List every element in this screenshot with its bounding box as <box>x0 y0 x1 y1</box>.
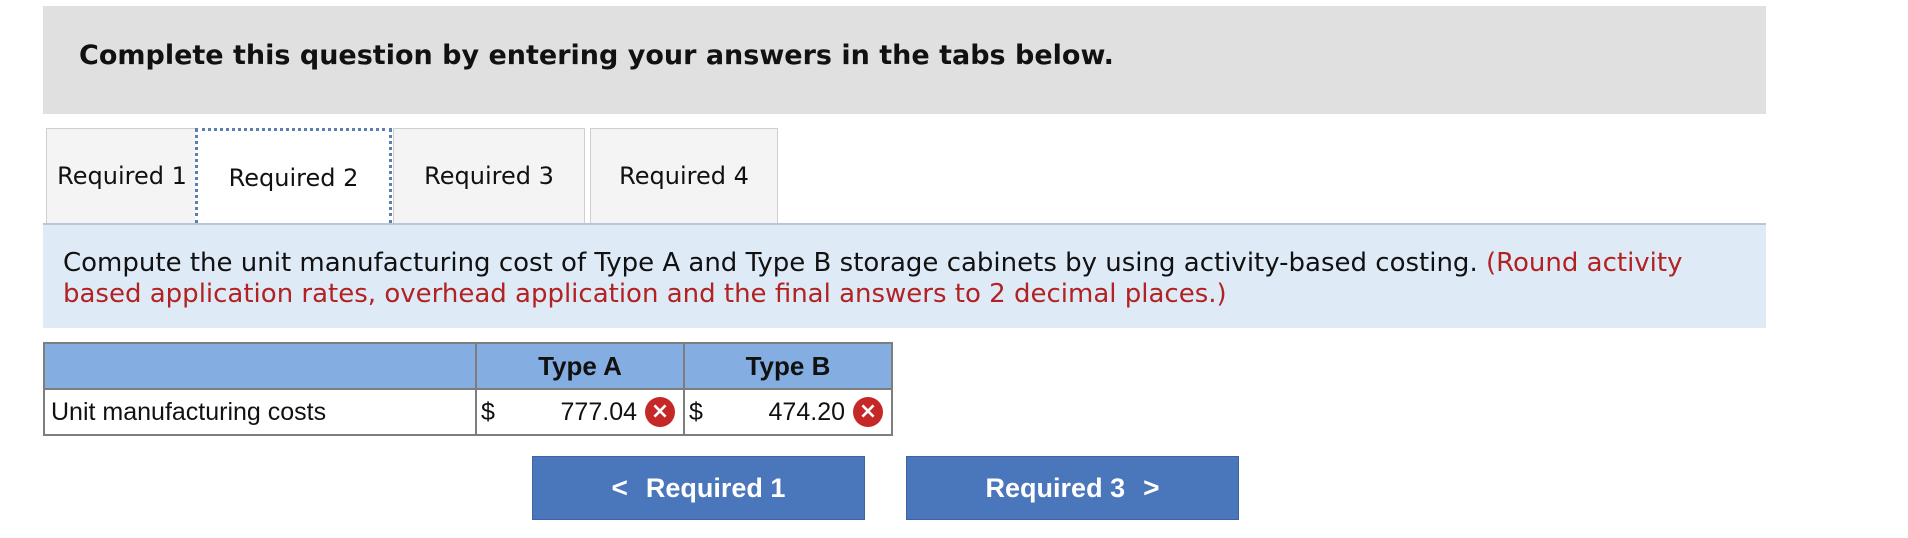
next-button-label: Required 3 <box>985 472 1126 503</box>
question-header: Complete this question by entering your … <box>43 6 1766 114</box>
tab-bar: Required 1 Required 2 Required 3 Require… <box>46 128 1766 224</box>
row-label: Unit manufacturing costs <box>43 388 477 436</box>
currency-symbol: $ <box>481 398 495 426</box>
chevron-left-icon: < <box>611 472 628 503</box>
type-a-input[interactable]: 777.04 <box>561 398 637 427</box>
header-type-a: Type A <box>475 342 685 390</box>
type-b-cell[interactable]: $ 474.20 × <box>683 388 893 436</box>
tab-required-4[interactable]: Required 4 <box>590 128 778 224</box>
header-title: Complete this question by entering your … <box>79 40 1114 71</box>
chevron-right-icon: > <box>1143 472 1160 503</box>
instruction-text: Compute the unit manufacturing cost of T… <box>63 248 1478 278</box>
type-b-input[interactable]: 474.20 <box>769 398 845 427</box>
instructions-panel: Compute the unit manufacturing cost of T… <box>43 225 1766 328</box>
prev-button-label: Required 1 <box>645 472 786 503</box>
tab-required-1[interactable]: Required 1 <box>46 128 198 224</box>
table-row: Unit manufacturing costs $ 777.04 × $ 47… <box>43 388 893 436</box>
tab-required-3[interactable]: Required 3 <box>393 128 585 224</box>
header-empty <box>43 342 477 390</box>
type-a-cell[interactable]: $ 777.04 × <box>475 388 685 436</box>
tab-required-2[interactable]: Required 2 <box>195 128 392 224</box>
incorrect-icon: × <box>645 397 675 427</box>
answer-table: Type A Type B Unit manufacturing costs $… <box>43 342 893 436</box>
header-type-b: Type B <box>683 342 893 390</box>
prev-required-button[interactable]: < Required 1 <box>532 456 865 520</box>
table-header-row: Type A Type B <box>43 342 893 390</box>
next-required-button[interactable]: Required 3 > <box>906 456 1239 520</box>
incorrect-icon: × <box>853 397 883 427</box>
currency-symbol: $ <box>689 398 703 426</box>
